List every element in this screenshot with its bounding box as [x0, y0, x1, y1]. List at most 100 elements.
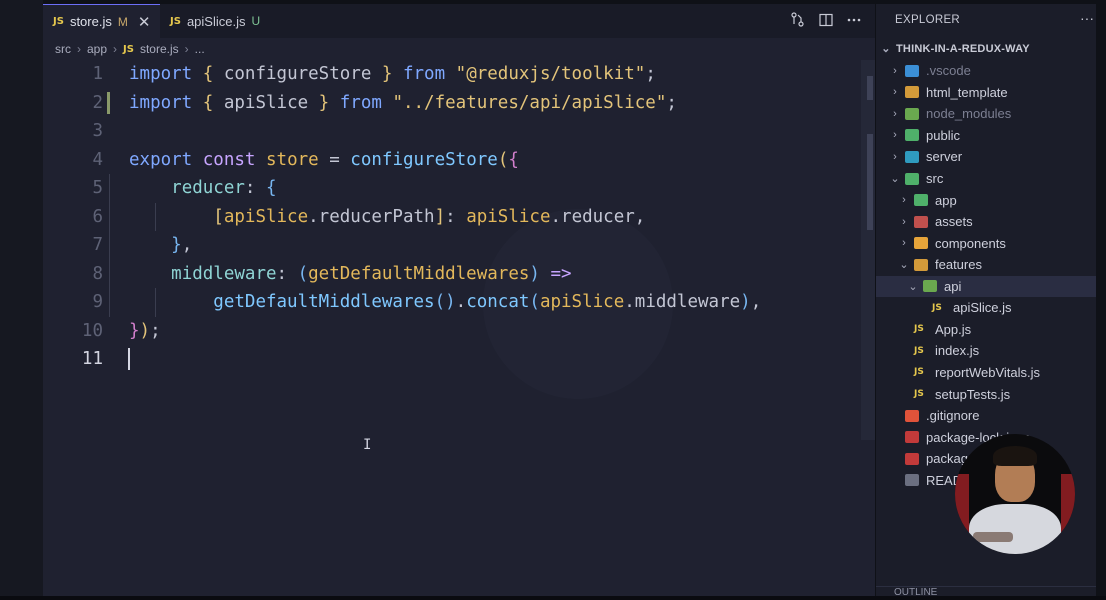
markdown-icon: [905, 474, 919, 487]
tree-item-label: api: [944, 278, 962, 294]
code-line[interactable]: 5 reducer: {: [43, 174, 861, 202]
outline-section[interactable]: OUTLINE: [876, 586, 1096, 598]
chevron-down-icon: ⌄: [881, 43, 891, 56]
more-icon[interactable]: [847, 13, 861, 30]
editor-actions: [790, 4, 861, 38]
tree-item[interactable]: JS App.js: [876, 319, 1096, 341]
code-line[interactable]: 11: [43, 345, 861, 373]
close-icon[interactable]: ✕: [138, 13, 151, 31]
tree-item-label: apiSlice.js: [953, 300, 1012, 316]
code-line[interactable]: 4 export const store = configureStore({: [43, 146, 861, 174]
tree-item[interactable]: › components: [876, 232, 1096, 254]
chevron-right-icon: ›: [902, 215, 906, 228]
tree-item[interactable]: › .vscode: [876, 60, 1096, 82]
tree-item[interactable]: JS setupTests.js: [876, 383, 1096, 405]
js-file-icon: JS: [932, 302, 942, 313]
more-icon[interactable]: ···: [1080, 10, 1094, 26]
npm-icon: [905, 431, 919, 444]
vscode-folder-icon: [905, 64, 919, 77]
tree-item[interactable]: ⌄ api: [876, 275, 1096, 297]
code-line[interactable]: 2 import { apiSlice } from "../features/a…: [43, 89, 861, 117]
split-editor-icon[interactable]: [819, 13, 833, 30]
npm-icon: [905, 452, 919, 465]
api-folder-icon: [923, 280, 937, 293]
code-line[interactable]: 6 [apiSlice.reducerPath]: apiSlice.reduc…: [43, 203, 861, 231]
tree-item-label: app: [935, 192, 957, 208]
chevron-right-icon: ›: [893, 129, 897, 142]
line-number: 4: [92, 149, 103, 170]
tree-item[interactable]: ⌄ src: [876, 168, 1096, 190]
breadcrumb: src › app › JS store.js › ...: [55, 40, 205, 58]
webcam-light: [955, 474, 969, 534]
indent-guide: [109, 174, 110, 317]
tree-item[interactable]: JS apiSlice.js: [876, 297, 1096, 319]
tree-item-label: server: [926, 149, 963, 165]
tree-item[interactable]: JS index.js: [876, 340, 1096, 362]
code-line[interactable]: 8 middleware: (getDefaultMiddlewares) =>: [43, 260, 861, 288]
chevron-down-icon: ⌄: [899, 259, 909, 272]
tree-item-label: features: [935, 257, 982, 273]
line-number: 6: [92, 206, 103, 227]
chevron-down-icon: ⌄: [908, 280, 918, 293]
tree-item[interactable]: JS reportWebVitals.js: [876, 362, 1096, 384]
code-text: import { apiSlice } from "../features/ap…: [129, 92, 677, 113]
tab-label: store.js: [69, 14, 112, 29]
tree-item[interactable]: ⌄ features: [876, 254, 1096, 276]
tree-item[interactable]: › app: [876, 189, 1096, 211]
explorer-title: EXPLORER: [895, 14, 961, 26]
line-number: 3: [92, 121, 103, 141]
line-number: 1: [92, 64, 103, 84]
code-text: [apiSlice.reducerPath]: apiSlice.reducer…: [213, 206, 646, 227]
tree-item-label: App.js: [935, 321, 972, 337]
tree-item[interactable]: › html_template: [876, 82, 1096, 104]
tree-item-label: html_template: [926, 84, 1008, 100]
webcam-light: [1061, 474, 1075, 534]
tab-label: apiSlice.js: [186, 13, 246, 29]
line-number: 2: [92, 92, 103, 113]
code-line[interactable]: 9 getDefaultMiddlewares().concat(apiSlic…: [43, 288, 861, 316]
code-line[interactable]: 7 },: [43, 231, 861, 259]
chevron-right-icon: ›: [893, 150, 897, 163]
tree-item[interactable]: › node_modules: [876, 103, 1096, 125]
breadcrumb-store-js[interactable]: store.js: [140, 42, 179, 56]
indent-guide: [155, 202, 156, 231]
line-number: 9: [92, 292, 103, 312]
tree-item-label: components: [935, 235, 1006, 251]
code-text: import { configureStore } from "@reduxjs…: [129, 64, 656, 84]
breadcrumb-symbol[interactable]: ...: [195, 42, 205, 56]
chevron-right-icon: ›: [902, 237, 906, 250]
vertical-scrollbar[interactable]: [861, 60, 875, 440]
webcam-overlay: [955, 434, 1075, 554]
code-line[interactable]: 1 import { configureStore } from "@reduxj…: [43, 60, 861, 88]
tree-item[interactable]: › server: [876, 146, 1096, 168]
microphone: [973, 532, 1013, 542]
git-icon: [905, 409, 919, 422]
node-folder-icon: [905, 107, 919, 120]
scroll-thumb[interactable]: [867, 76, 873, 100]
code-line[interactable]: 3: [43, 117, 861, 145]
tab-apislice-js[interactable]: JS apiSlice.js U: [160, 4, 272, 38]
tree-item-label: assets: [935, 214, 973, 230]
tab-store-js[interactable]: JS store.js M ✕: [43, 4, 160, 38]
person-hair: [993, 446, 1037, 466]
tree-item-label: reportWebVitals.js: [935, 364, 1041, 380]
breadcrumb-app[interactable]: app: [87, 42, 107, 56]
js-file-icon: JS: [53, 16, 64, 27]
tree-item[interactable]: .gitignore: [876, 405, 1096, 427]
chevron-right-icon: ›: [77, 42, 81, 56]
tree-item[interactable]: › assets: [876, 211, 1096, 233]
tree-item-label: .vscode: [926, 63, 971, 79]
tree-item-label: public: [926, 127, 960, 143]
workspace-root[interactable]: ⌄ THINK-IN-A-REDUX-WAY: [876, 38, 1096, 60]
assets-folder-icon: [914, 215, 928, 228]
breadcrumb-src[interactable]: src: [55, 42, 71, 56]
code-line[interactable]: 10});: [43, 317, 861, 345]
editor-pane[interactable]: JS store.js M ✕ JS apiSlice.js U src › a…: [43, 4, 875, 596]
app-folder-icon: [914, 194, 928, 207]
indent-guide: [155, 288, 156, 317]
line-number: 11: [81, 349, 103, 369]
src-folder-icon: [905, 172, 919, 185]
tree-item[interactable]: › public: [876, 125, 1096, 147]
chevron-right-icon: ›: [184, 42, 189, 56]
source-control-icon[interactable]: [790, 12, 805, 30]
